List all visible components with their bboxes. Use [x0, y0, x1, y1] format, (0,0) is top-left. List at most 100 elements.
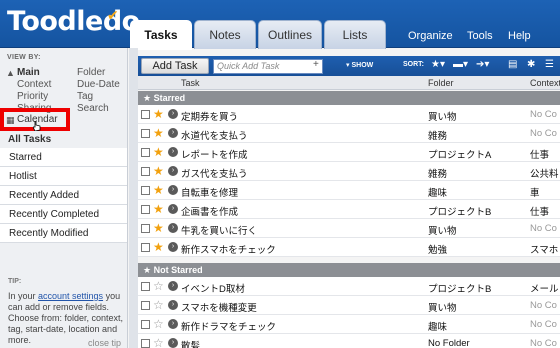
task-row[interactable]: ★ › 定期券を買う 買い物 No Co: [138, 105, 560, 124]
task-name[interactable]: 水道代を支払う: [181, 128, 248, 142]
task-folder[interactable]: 趣味: [428, 319, 447, 333]
menu-starred[interactable]: Starred: [0, 148, 127, 167]
task-name[interactable]: 牛乳を買いに行く: [181, 223, 257, 237]
task-context[interactable]: 車: [530, 185, 540, 199]
view-priority[interactable]: Priority: [17, 91, 48, 102]
task-name[interactable]: レポートを作成: [181, 147, 248, 161]
print-icon[interactable]: ▤: [508, 59, 517, 70]
task-row[interactable]: ★ › 新作スマホをチェック 勉強 スマホ: [138, 238, 560, 257]
tab-outlines[interactable]: Outlines: [258, 20, 322, 49]
priority-arrow-icon[interactable]: ›: [168, 204, 178, 214]
task-folder[interactable]: プロジェクトA: [428, 147, 491, 161]
tab-tasks[interactable]: Tasks: [130, 20, 192, 50]
task-context[interactable]: No Co: [530, 128, 557, 139]
task-context[interactable]: メール: [530, 281, 559, 295]
task-name[interactable]: イベントD取材: [181, 281, 245, 295]
priority-arrow-icon[interactable]: ›: [168, 128, 178, 138]
task-checkbox[interactable]: [141, 243, 150, 252]
list-view-icon[interactable]: ☰: [545, 59, 554, 70]
task-row[interactable]: ☆ › 散髪 No Folder No Co: [138, 334, 560, 348]
view-due-date[interactable]: Due-Date: [77, 79, 120, 90]
task-row[interactable]: ★ › 企画書を作成 プロジェクトB 仕事: [138, 200, 560, 219]
star-icon[interactable]: ★: [153, 164, 164, 178]
task-context[interactable]: No Co: [530, 109, 557, 120]
task-folder[interactable]: 勉強: [428, 242, 447, 256]
sort-priority-icon[interactable]: ▬▾: [453, 59, 468, 70]
priority-arrow-icon[interactable]: ›: [168, 166, 178, 176]
link-organize[interactable]: Organize: [408, 30, 453, 42]
task-checkbox[interactable]: [141, 110, 150, 119]
task-name[interactable]: スマホを機種変更: [181, 300, 257, 314]
task-row[interactable]: ★ › 牛乳を買いに行く 買い物 No Co: [138, 219, 560, 238]
star-icon[interactable]: ★: [153, 183, 164, 197]
link-tools[interactable]: Tools: [467, 30, 493, 42]
quick-add-submit-icon[interactable]: +: [313, 59, 319, 70]
task-context[interactable]: 仕事: [530, 147, 549, 161]
priority-arrow-icon[interactable]: ›: [168, 281, 178, 291]
view-folder[interactable]: Folder: [77, 67, 105, 78]
priority-arrow-icon[interactable]: ›: [168, 109, 178, 119]
task-folder[interactable]: No Folder: [428, 338, 470, 348]
task-context[interactable]: 公共料: [530, 166, 559, 180]
task-name[interactable]: ガス代を支払う: [181, 166, 248, 180]
app-logo[interactable]: Toodledo: [7, 6, 140, 37]
col-folder[interactable]: Folder: [428, 78, 454, 88]
task-checkbox[interactable]: [141, 129, 150, 138]
task-folder[interactable]: 買い物: [428, 223, 457, 237]
view-search[interactable]: Search: [77, 103, 109, 114]
star-icon[interactable]: ★: [153, 202, 164, 216]
task-name[interactable]: 新作スマホをチェック: [181, 242, 276, 256]
task-context[interactable]: No Co: [530, 300, 557, 311]
task-name[interactable]: 散髪: [181, 338, 200, 348]
priority-arrow-icon[interactable]: ›: [168, 319, 178, 329]
task-checkbox[interactable]: [141, 186, 150, 195]
task-folder[interactable]: プロジェクトB: [428, 281, 491, 295]
task-row[interactable]: ★ › 水道代を支払う 雑務 No Co: [138, 124, 560, 143]
task-row[interactable]: ☆ › 新作ドラマをチェック 趣味 No Co: [138, 315, 560, 334]
priority-arrow-icon[interactable]: ›: [168, 300, 178, 310]
task-context[interactable]: No Co: [530, 223, 557, 234]
menu-recently-completed[interactable]: Recently Completed: [0, 205, 127, 224]
task-folder[interactable]: 買い物: [428, 109, 457, 123]
task-context[interactable]: スマホ: [530, 242, 558, 256]
star-icon[interactable]: ★: [153, 240, 164, 254]
quick-add-input[interactable]: Quick Add Task: [213, 59, 323, 74]
star-icon[interactable]: ☆: [153, 298, 164, 312]
add-task-button[interactable]: Add Task: [141, 58, 209, 74]
view-main[interactable]: Main: [17, 67, 40, 78]
menu-recently-added[interactable]: Recently Added: [0, 186, 127, 205]
task-folder[interactable]: 趣味: [428, 185, 447, 199]
view-context[interactable]: Context: [17, 79, 51, 90]
star-icon[interactable]: ★: [153, 126, 164, 140]
priority-arrow-icon[interactable]: ›: [168, 242, 178, 252]
star-icon[interactable]: ★: [153, 145, 164, 159]
star-icon[interactable]: ★: [153, 107, 164, 121]
task-name[interactable]: 新作ドラマをチェック: [181, 319, 276, 333]
tab-notes[interactable]: Notes: [194, 20, 256, 49]
task-checkbox[interactable]: [141, 320, 150, 329]
col-task[interactable]: Task: [181, 78, 200, 88]
task-checkbox[interactable]: [141, 282, 150, 291]
account-settings-link[interactable]: account settings: [38, 291, 103, 301]
priority-arrow-icon[interactable]: ›: [168, 338, 178, 348]
task-row[interactable]: ☆ › スマホを機種変更 買い物 No Co: [138, 296, 560, 315]
task-name[interactable]: 企画書を作成: [181, 204, 238, 218]
sidebar-splitter[interactable]: [129, 48, 138, 348]
menu-recently-modified[interactable]: Recently Modified: [0, 224, 127, 243]
task-name[interactable]: 自転車を修理: [181, 185, 238, 199]
task-row[interactable]: ★ › ガス代を支払う 雑務 公共料: [138, 162, 560, 181]
all-tasks-label[interactable]: All Tasks: [8, 134, 51, 145]
task-checkbox[interactable]: [141, 148, 150, 157]
task-folder[interactable]: 雑務: [428, 128, 447, 142]
task-row[interactable]: ☆ › イベントD取材 プロジェクトB メール: [138, 277, 560, 296]
sort-star-icon[interactable]: ★▾: [431, 59, 445, 70]
task-checkbox[interactable]: [141, 224, 150, 233]
task-context[interactable]: No Co: [530, 338, 557, 348]
task-row[interactable]: ★ › レポートを作成 プロジェクトA 仕事: [138, 143, 560, 162]
menu-hotlist[interactable]: Hotlist: [0, 167, 127, 186]
task-checkbox[interactable]: [141, 205, 150, 214]
sort-arrow-icon[interactable]: ➔▾: [476, 59, 489, 70]
star-icon[interactable]: ★: [153, 221, 164, 235]
task-context[interactable]: No Co: [530, 319, 557, 330]
task-checkbox[interactable]: [141, 167, 150, 176]
